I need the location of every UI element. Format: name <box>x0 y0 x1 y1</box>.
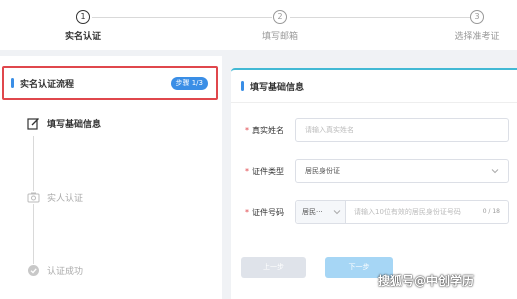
edit-icon <box>27 117 40 130</box>
timeline-label: 填写基础信息 <box>47 120 102 130</box>
id-type-prefix-select[interactable]: 居民··· <box>296 201 346 223</box>
timeline-item-basic-info[interactable]: 填写基础信息 <box>27 117 101 130</box>
placeholder: 请输入真实姓名 <box>305 126 354 134</box>
step-number: 2 <box>273 10 287 24</box>
step-label: 选择准考证 <box>454 32 500 42</box>
timeline-label: 实人认证 <box>47 194 84 204</box>
form-panel: 填写基础信息 * 真实姓名 请输入真实姓名 * 证件类型 居民身份证 * 证件号码 居… <box>231 68 517 299</box>
step-1: 1 实名认证 <box>63 10 103 42</box>
accent-bar <box>11 78 14 88</box>
id-type-label: * 证件类型 <box>245 167 284 176</box>
step-number: 1 <box>76 10 90 24</box>
divider <box>231 102 517 103</box>
step-number: 3 <box>470 10 484 24</box>
id-type-select[interactable]: 居民身份证 <box>295 159 509 183</box>
prev-button[interactable]: 上一步 <box>241 257 306 278</box>
watermark: 搜狐号@中创学历 <box>378 274 475 288</box>
placeholder: 请输入10位有效的居民身份证号码 <box>354 208 461 216</box>
form-title: 填写基础信息 <box>250 83 305 93</box>
timeline-item-face-verify: 实人认证 <box>27 191 84 204</box>
camera-icon <box>27 191 40 204</box>
name-label: * 真实姓名 <box>245 126 284 135</box>
accent-bar <box>241 81 244 91</box>
selected-value: 居民身份证 <box>305 167 340 175</box>
flow-title: 实名认证流程 <box>20 80 75 90</box>
id-number-row: * 证件号码 居民··· 请输入10位有效的居民身份证号码 0 / 18 <box>231 200 517 224</box>
id-number-label: * 证件号码 <box>245 208 284 217</box>
step-3: 3 选择准考证 <box>452 10 502 42</box>
chevron-down-icon <box>333 208 341 216</box>
name-row: * 真实姓名 请输入真实姓名 <box>231 118 517 142</box>
check-circle-icon <box>27 264 40 277</box>
flow-header: 实名认证流程 步骤 1/3 <box>2 66 218 100</box>
selected-value: 居民··· <box>302 208 323 216</box>
id-type-row: * 证件类型 居民身份证 <box>231 159 517 183</box>
timeline-label: 认证成功 <box>47 267 84 277</box>
id-number-input[interactable]: 居民··· 请输入10位有效的居民身份证号码 0 / 18 <box>295 200 509 224</box>
step-label: 实名认证 <box>64 32 101 42</box>
step-label: 填写邮箱 <box>261 32 298 42</box>
step-2: 2 填写邮箱 <box>260 10 300 42</box>
real-name-input[interactable]: 请输入真实姓名 <box>295 118 509 142</box>
step-badge: 步骤 1/3 <box>170 77 208 90</box>
flow-panel: 实名认证流程 步骤 1/3 填写基础信息 实人认证 认证成功 <box>0 56 222 299</box>
char-counter: 0 / 18 <box>482 208 500 215</box>
chevron-down-icon <box>491 167 499 175</box>
step-connector <box>92 17 272 18</box>
step-connector <box>290 17 470 18</box>
timeline-item-success: 认证成功 <box>27 264 84 277</box>
progress-stepper: 1 实名认证 2 填写邮箱 3 选择准考证 <box>0 0 517 50</box>
